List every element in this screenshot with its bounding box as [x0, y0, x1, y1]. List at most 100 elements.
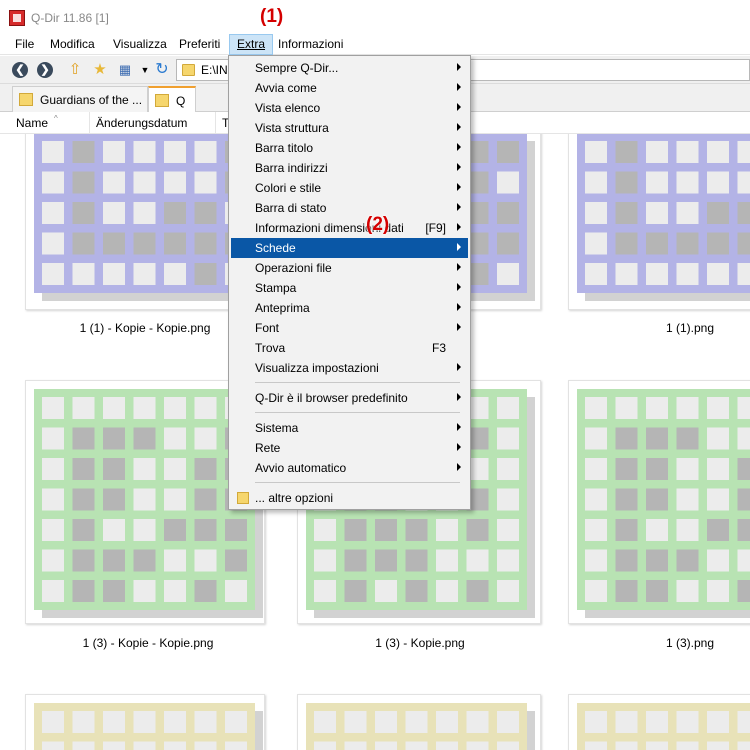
file-thumbnail[interactable] — [568, 694, 750, 750]
column-name-label: Name — [16, 116, 49, 130]
menu-item-shortcut: F3 — [431, 341, 446, 355]
menu-extra[interactable]: Extra — [229, 34, 274, 55]
menu-item-schede[interactable]: Schede — [231, 238, 468, 258]
menu-separator — [255, 382, 460, 383]
menu-item-shortcut: [F9] — [425, 221, 446, 235]
submenu-arrow-icon — [457, 263, 461, 271]
menu-extra-label: Extra — [237, 37, 266, 51]
menu-item-sistema[interactable]: Sistema — [231, 418, 468, 438]
menu-item-label: Colori e stile — [255, 181, 322, 195]
thumbnail-image — [306, 703, 535, 750]
submenu-arrow-icon — [457, 393, 461, 401]
submenu-arrow-icon — [457, 103, 461, 111]
menu-item-font[interactable]: Font — [231, 318, 468, 338]
menu-bar: File Modifica Visualizza Preferiti Extra… — [0, 34, 750, 55]
submenu-arrow-icon — [457, 363, 461, 371]
menu-informazioni[interactable]: Informazioni — [271, 34, 350, 55]
submenu-arrow-icon — [457, 183, 461, 191]
menu-item-barra-di-stato[interactable]: Barra di stato — [231, 198, 468, 218]
menu-item-label: Avvio automatico — [255, 461, 347, 475]
menu-item-label: Sistema — [255, 421, 299, 435]
file-thumbnail[interactable] — [568, 380, 750, 624]
menu-item-label: Avvia come — [255, 81, 317, 95]
menu-item-vista-elenco[interactable]: Vista elenco — [231, 98, 468, 118]
menu-separator — [255, 412, 460, 413]
menu-item-trova[interactable]: Trova F3 — [231, 338, 468, 358]
menu-file[interactable]: File — [8, 34, 41, 55]
submenu-arrow-icon — [457, 463, 461, 471]
file-name[interactable]: 1 (3).png — [570, 636, 750, 650]
annotation-2: (2) — [366, 214, 390, 235]
menu-item-sempre-qdir[interactable]: Sempre Q-Dir... — [231, 58, 468, 78]
menu-item-vista-struttura[interactable]: Vista struttura — [231, 118, 468, 138]
refresh-icon[interactable]: ↻ — [152, 60, 172, 80]
submenu-arrow-icon — [457, 123, 461, 131]
menu-item-altre-opzioni[interactable]: ... altre opzioni — [231, 488, 468, 508]
menu-item-label: Vista struttura — [255, 121, 329, 135]
menu-item-visualizza-impostazioni[interactable]: Visualizza impostazioni — [231, 358, 468, 378]
column-date[interactable]: Änderungsdatum — [90, 112, 216, 134]
app-icon — [9, 10, 25, 26]
menu-item-barra-titolo[interactable]: Barra titolo — [231, 138, 468, 158]
sort-caret-icon: ^ — [54, 114, 58, 123]
menu-item-label: Operazioni file — [255, 261, 332, 275]
thumbnail-image — [577, 389, 750, 618]
menu-item-rete[interactable]: Rete — [231, 438, 468, 458]
menu-item-avvio-automatico[interactable]: Avvio automatico — [231, 458, 468, 478]
menu-item-label: Rete — [255, 441, 281, 455]
thumbnail-image — [577, 703, 750, 750]
menu-preferiti[interactable]: Preferiti — [172, 34, 227, 55]
window-title: Q-Dir 11.86 [1] — [31, 11, 109, 25]
submenu-arrow-icon — [457, 143, 461, 151]
menu-separator — [255, 482, 460, 483]
annotation-1: (1) — [260, 6, 284, 27]
menu-item-informazioni-dimensioni[interactable]: Informazioni dimensioni dati [F9] — [231, 218, 468, 238]
column-name[interactable]: ^ Name — [10, 112, 90, 134]
menu-item-label: Anteprima — [255, 301, 310, 315]
menu-item-colori-e-stile[interactable]: Colori e stile — [231, 178, 468, 198]
menu-item-browser-predefinito[interactable]: Q-Dir è il browser predefinito — [231, 388, 468, 408]
folder-icon — [237, 492, 249, 504]
submenu-arrow-icon — [457, 223, 461, 231]
thumbnail-image — [577, 134, 750, 301]
file-thumbnail[interactable] — [568, 134, 750, 310]
menu-item-label: Sempre Q-Dir... — [255, 61, 339, 75]
menu-item-label: Q-Dir è il browser predefinito — [255, 391, 408, 405]
file-thumbnail[interactable] — [297, 694, 541, 750]
file-thumbnail[interactable] — [25, 694, 265, 750]
file-name[interactable]: 1 (1).png — [570, 321, 750, 335]
view-mode-icon[interactable]: ▦ — [115, 60, 135, 80]
submenu-arrow-icon — [457, 283, 461, 291]
title-bar: Q-Dir 11.86 [1] — [0, 0, 750, 34]
forward-icon[interactable]: ❯ — [37, 62, 53, 78]
menu-item-label: Visualizza impostazioni — [255, 361, 379, 375]
file-name[interactable]: 1 (3) - Kopie - Kopie.png — [28, 636, 268, 650]
menu-item-label: Stampa — [255, 281, 297, 295]
file-name[interactable]: 1 (3) - Kopie.png — [300, 636, 540, 650]
thumbnail-image — [34, 703, 263, 750]
menu-item-label: Barra di stato — [255, 201, 327, 215]
tab-label: Q — [176, 94, 186, 108]
new-folder-icon[interactable]: ★ — [90, 60, 110, 80]
folder-icon — [19, 93, 33, 106]
menu-item-label: ... altre opzioni — [255, 491, 334, 505]
folder-icon — [155, 94, 169, 107]
back-icon[interactable]: ❮ — [12, 62, 28, 78]
submenu-arrow-icon — [457, 423, 461, 431]
tab-q[interactable]: Q — [148, 86, 196, 112]
submenu-arrow-icon — [457, 443, 461, 451]
menu-item-anteprima[interactable]: Anteprima — [231, 298, 468, 318]
up-folder-icon[interactable]: ⇧ — [65, 60, 85, 80]
submenu-arrow-icon — [457, 303, 461, 311]
menu-modifica[interactable]: Modifica — [43, 34, 102, 55]
menu-item-label: Barra indirizzi — [255, 161, 328, 175]
submenu-arrow-icon — [457, 63, 461, 71]
menu-item-operazioni-file[interactable]: Operazioni file — [231, 258, 468, 278]
submenu-arrow-icon — [457, 203, 461, 211]
menu-item-avvia-come[interactable]: Avvia come — [231, 78, 468, 98]
menu-visualizza[interactable]: Visualizza — [106, 34, 174, 55]
tab-guardians[interactable]: Guardians of the ... — [12, 86, 148, 112]
menu-item-stampa[interactable]: Stampa — [231, 278, 468, 298]
menu-item-barra-indirizzi[interactable]: Barra indirizzi — [231, 158, 468, 178]
submenu-arrow-icon — [457, 243, 461, 251]
